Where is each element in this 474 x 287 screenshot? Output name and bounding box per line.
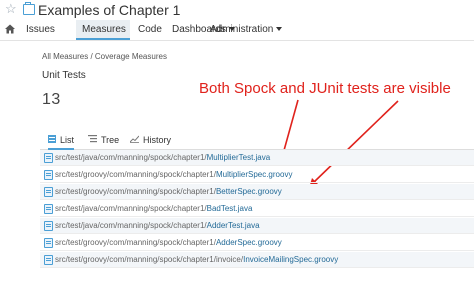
tab-tree[interactable]: Tree: [88, 135, 119, 145]
tab-list-label: List: [60, 135, 75, 145]
list-item[interactable]: src/test/groovy/com/manning/spock/chapte…: [40, 184, 474, 200]
file-path[interactable]: src/test/groovy/com/manning/spock/chapte…: [55, 236, 282, 249]
file-name[interactable]: AdderSpec.groovy: [216, 238, 282, 247]
file-path[interactable]: src/test/java/com/manning/spock/chapter1…: [55, 151, 270, 164]
file-path[interactable]: src/test/groovy/com/manning/spock/chapte…: [55, 185, 282, 198]
file-name[interactable]: MultiplierTest.java: [207, 153, 271, 162]
file-path[interactable]: src/test/groovy/com/manning/spock/chapte…: [55, 253, 338, 266]
file-dir: src/test/groovy/com/manning/spock/chapte…: [55, 255, 244, 264]
file-dir: src/test/java/com/manning/spock/chapter1…: [55, 221, 207, 230]
file-icon: [44, 170, 53, 180]
file-name[interactable]: BadTest.java: [207, 204, 253, 213]
file-dir: src/test/groovy/com/manning/spock/chapte…: [55, 187, 216, 196]
history-chart-icon: [129, 135, 140, 145]
file-dir: src/test/groovy/com/manning/spock/chapte…: [55, 238, 216, 247]
file-dir: src/test/java/com/manning/spock/chapter1…: [55, 153, 207, 162]
tab-tree-label: Tree: [101, 135, 120, 145]
list-item[interactable]: src/test/java/com/manning/spock/chapter1…: [40, 150, 474, 166]
tab-list[interactable]: List: [48, 135, 74, 145]
list-item[interactable]: src/test/java/com/manning/spock/chapter1…: [40, 201, 474, 217]
file-path[interactable]: src/test/java/com/manning/spock/chapter1…: [55, 219, 260, 232]
list-icon: [48, 135, 56, 145]
view-tabs: List Tree History: [40, 133, 474, 150]
file-icon: [44, 153, 53, 163]
file-name[interactable]: BetterSpec.groovy: [216, 187, 282, 196]
list-item[interactable]: src/test/groovy/com/manning/spock/chapte…: [40, 167, 474, 183]
tree-icon: [88, 135, 97, 145]
file-path[interactable]: src/test/groovy/com/manning/spock/chapte…: [55, 168, 292, 181]
file-icon: [44, 238, 53, 248]
file-icon: [44, 187, 53, 197]
file-icon: [44, 204, 53, 214]
list-item[interactable]: src/test/java/com/manning/spock/chapter1…: [40, 218, 474, 234]
file-icon: [44, 255, 53, 265]
file-name[interactable]: InvoiceMailingSpec.groovy: [243, 255, 338, 264]
file-path[interactable]: src/test/java/com/manning/spock/chapter1…: [55, 202, 252, 215]
file-name[interactable]: AdderTest.java: [207, 221, 260, 230]
list-item[interactable]: src/test/groovy/com/manning/spock/chapte…: [40, 235, 474, 251]
file-name[interactable]: MultiplierSpec.groovy: [216, 170, 292, 179]
tab-history[interactable]: History: [129, 135, 172, 145]
file-dir: src/test/java/com/manning/spock/chapter1…: [55, 204, 207, 213]
file-icon: [44, 221, 53, 231]
tab-history-label: History: [143, 135, 172, 145]
file-dir: src/test/groovy/com/manning/spock/chapte…: [55, 170, 216, 179]
list-item[interactable]: src/test/groovy/com/manning/spock/chapte…: [40, 252, 474, 268]
